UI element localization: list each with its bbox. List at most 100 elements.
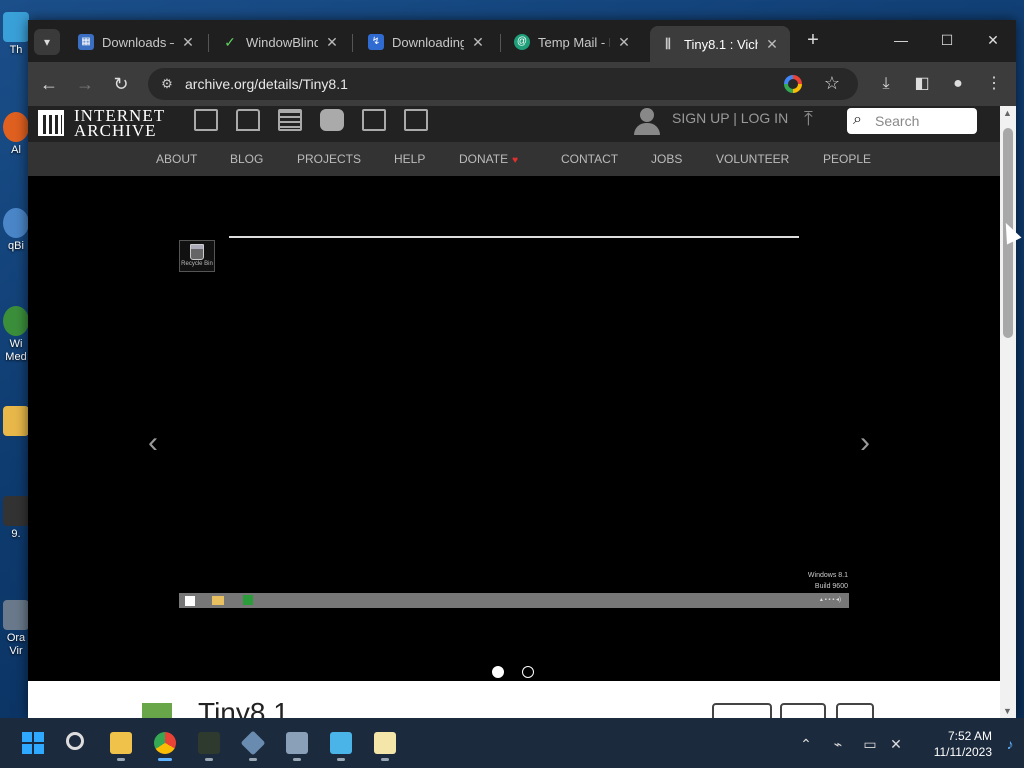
desktop-icon-folder[interactable] xyxy=(2,406,30,438)
nav-jobs[interactable]: JOBS xyxy=(651,152,682,166)
google-lens-icon[interactable] xyxy=(784,75,802,93)
side-panel-icon[interactable]: ◧ xyxy=(910,72,934,96)
folder-icon xyxy=(110,732,132,754)
back-button[interactable]: ← xyxy=(36,72,62,98)
favorite-button[interactable] xyxy=(712,703,772,718)
temp-mail-favicon-icon: @ xyxy=(514,34,530,50)
signup-login-link[interactable]: SIGN UP | LOG IN xyxy=(672,110,788,126)
carousel-dot-2[interactable] xyxy=(522,666,534,678)
desktop-icon-6[interactable]: Ora Vir xyxy=(2,600,30,658)
software-icon[interactable] xyxy=(362,109,386,131)
close-tab-icon[interactable]: ✕ xyxy=(324,34,340,51)
running-indicator xyxy=(293,758,301,761)
taskbar-search-button[interactable] xyxy=(60,726,94,760)
desktop-icon-4[interactable]: Wi Med xyxy=(2,306,30,364)
close-tab-icon[interactable]: ✕ xyxy=(180,34,196,51)
nav-donate[interactable]: DONATE ♥ xyxy=(459,152,518,166)
close-tab-icon[interactable]: ✕ xyxy=(470,34,486,51)
archive-favicon-icon: ⫼ xyxy=(665,36,671,51)
video-icon[interactable] xyxy=(278,109,302,131)
explorer-folder-icon xyxy=(212,596,224,605)
desktop-icon-5[interactable]: 9. xyxy=(2,496,30,541)
minimize-button[interactable]: — xyxy=(878,26,924,54)
chrome-icon xyxy=(154,732,176,754)
screenshot-taskbar: ▴ ▪ ▪ ▪ ◂) xyxy=(179,593,849,608)
nav-contact[interactable]: CONTACT xyxy=(561,152,618,166)
taskbar-notepad[interactable] xyxy=(324,726,358,761)
tab-separator xyxy=(500,34,501,52)
desktop-icon-2[interactable]: Al xyxy=(2,112,30,157)
taskbar-chrome[interactable] xyxy=(148,726,182,761)
upload-icon[interactable]: ⤒ xyxy=(804,108,813,131)
notification-bell-icon[interactable]: ♪ xyxy=(1000,734,1020,754)
desktop-app-icon xyxy=(3,112,29,142)
carousel-dot-1[interactable] xyxy=(492,666,504,678)
close-window-button[interactable]: ✕ xyxy=(970,26,1016,54)
volume-muted-icon[interactable]: ✕ xyxy=(886,734,906,754)
ia-logo[interactable]: INTERNET ARCHIVE xyxy=(38,106,165,140)
flag-button[interactable] xyxy=(836,703,874,718)
ia-search-box[interactable]: ⌕ Search xyxy=(847,108,977,134)
new-tab-button[interactable]: + xyxy=(800,28,826,54)
close-tab-icon[interactable]: ✕ xyxy=(764,36,780,53)
reload-button[interactable]: ↻ xyxy=(108,72,134,98)
virtualbox-icon xyxy=(240,730,266,756)
desktop-app-icon xyxy=(3,306,29,336)
scroll-down-icon[interactable]: ▼ xyxy=(1003,706,1012,716)
address-bar[interactable]: ⚙ archive.org/details/Tiny8.1 ☆ xyxy=(148,68,858,100)
taskbar-file-explorer[interactable] xyxy=(104,726,138,761)
taskbar-app-monitor[interactable] xyxy=(280,726,314,761)
share-button[interactable] xyxy=(780,703,826,718)
folder-icon xyxy=(3,406,29,436)
images-icon[interactable] xyxy=(404,109,428,131)
page-scrollbar[interactable]: ▲ ▼ xyxy=(1000,106,1016,718)
tab-temp-mail[interactable]: @ Temp Mail - D ✕ xyxy=(504,26,642,58)
site-info-icon[interactable]: ⚙ xyxy=(158,75,176,93)
scroll-up-icon[interactable]: ▲ xyxy=(1003,108,1012,118)
carousel-next-icon[interactable]: › xyxy=(860,426,870,460)
tab-title: Downloading xyxy=(392,34,464,50)
user-avatar-icon[interactable] xyxy=(634,106,660,136)
taskbar-virtualbox[interactable] xyxy=(236,726,270,761)
nav-blog[interactable]: BLOG xyxy=(230,152,263,166)
watermark-line2: Build 9600 xyxy=(814,583,848,590)
audio-icon[interactable] xyxy=(320,109,344,131)
downloads-favicon-icon: ▦ xyxy=(78,34,94,50)
windows-taskbar: ⌃ ⌁ ▭ ✕ 7:52 AM 11/11/2023 ♪ xyxy=(0,718,1024,768)
ia-logo-text: INTERNET ARCHIVE xyxy=(74,107,165,139)
nav-people[interactable]: PEOPLE xyxy=(823,152,871,166)
carousel-prev-icon[interactable]: ‹ xyxy=(148,426,158,460)
ia-topbar: INTERNET ARCHIVE SIGN UP | LOG IN ⤒ ⌕ Se… xyxy=(28,106,1000,142)
taskbar-notes[interactable] xyxy=(368,726,402,761)
network-off-icon[interactable]: ⌁ xyxy=(828,734,848,754)
nav-help[interactable]: HELP xyxy=(394,152,425,166)
show-hidden-icons-chevron-icon[interactable]: ⌃ xyxy=(796,734,816,754)
archive-temple-icon xyxy=(38,110,64,136)
start-button[interactable] xyxy=(22,732,44,754)
close-tab-icon[interactable]: ✕ xyxy=(616,34,632,51)
maximize-button[interactable]: ☐ xyxy=(924,26,970,54)
taskbar-clock[interactable]: 7:52 AM 11/11/2023 xyxy=(912,728,992,760)
nav-about[interactable]: ABOUT xyxy=(156,152,197,166)
downloads-icon[interactable]: ⤓ xyxy=(874,72,898,96)
profile-icon[interactable]: ● xyxy=(946,72,970,96)
bookmark-star-icon[interactable]: ☆ xyxy=(824,73,840,94)
menu-kebab-icon[interactable]: ⋮ xyxy=(982,72,1006,96)
forward-button[interactable]: → xyxy=(72,72,98,98)
tab-downloading[interactable]: ↯ Downloading ✕ xyxy=(358,26,496,58)
search-placeholder: Search xyxy=(875,113,920,129)
texts-icon[interactable] xyxy=(236,109,260,131)
display-icon[interactable]: ▭ xyxy=(860,734,880,754)
web-icon[interactable] xyxy=(194,109,218,131)
tab-windowblinds[interactable]: ✓ WindowBlind ✕ xyxy=(212,26,350,58)
taskbar-app-99[interactable] xyxy=(192,726,226,761)
recycle-bin-icon xyxy=(190,244,204,260)
desktop-icon-3[interactable]: qBi xyxy=(2,208,30,253)
tab-search-button[interactable]: ▾ xyxy=(34,29,60,55)
desktop-icon-1[interactable]: Th xyxy=(2,12,30,57)
windows-logo-tile xyxy=(22,744,32,754)
nav-volunteer[interactable]: VOLUNTEER xyxy=(716,152,789,166)
tab-tiny81[interactable]: ⫼ Tiny8.1 : Vich ✕ xyxy=(650,26,790,62)
tab-downloads[interactable]: ▦ Downloads – ✕ xyxy=(68,26,206,58)
nav-projects[interactable]: PROJECTS xyxy=(297,152,361,166)
